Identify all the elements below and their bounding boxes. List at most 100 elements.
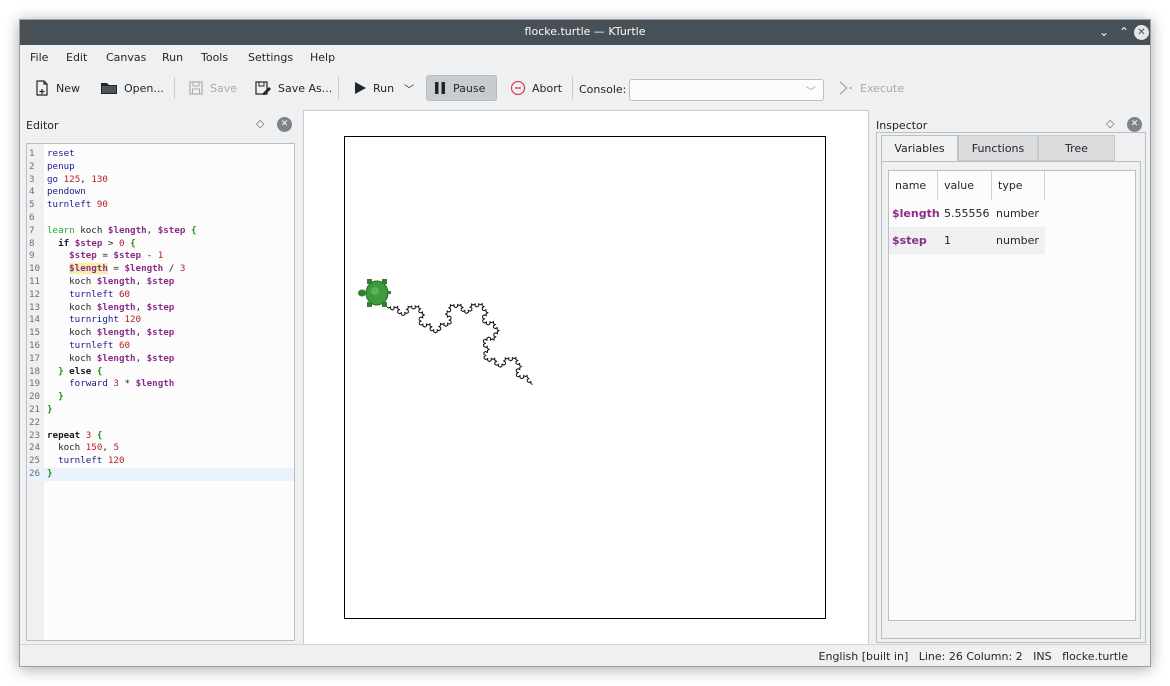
- chevron-down-icon: ﹀: [806, 87, 816, 98]
- new-file-icon: [34, 80, 50, 96]
- kturtle-window: flocke.turtle — KTurtle ⌄ ⌃ ✕ File Edit …: [19, 19, 1151, 667]
- float-panel-icon[interactable]: ◇: [1106, 117, 1114, 130]
- code-line: 25 turnleft 120: [29, 455, 125, 467]
- abort-button-label: Abort: [532, 81, 563, 95]
- code-line: 22: [29, 416, 41, 428]
- tab-variables[interactable]: Variables: [881, 135, 958, 161]
- drawing-canvas[interactable]: [344, 136, 826, 619]
- code-line: 6: [29, 212, 35, 223]
- code-line: 21}: [29, 404, 53, 415]
- code-line: 15 koch $length, $step: [29, 327, 175, 339]
- column-header-value[interactable]: value: [938, 171, 992, 200]
- open-button[interactable]: Open...: [94, 75, 170, 101]
- menu-help[interactable]: Help: [310, 51, 335, 64]
- menu-run[interactable]: Run: [162, 51, 183, 64]
- pause-button-label: Pause: [453, 81, 486, 95]
- table-row[interactable]: $length 5.55556 number: [889, 200, 1045, 227]
- variable-type: number: [996, 207, 1039, 220]
- variable-value: 1: [944, 234, 951, 247]
- float-panel-icon[interactable]: ◇: [256, 117, 264, 130]
- open-button-label: Open...: [124, 81, 164, 95]
- column-header-name[interactable]: name: [889, 171, 938, 200]
- variable-type: number: [996, 234, 1039, 247]
- play-icon: [353, 81, 367, 95]
- code-line: 5 turnleft 90: [29, 199, 108, 211]
- save-as-icon: [254, 80, 272, 96]
- editor-title: Editor: [26, 119, 59, 132]
- variable-value: 5.55556: [944, 207, 990, 220]
- window-title: flocke.turtle — KTurtle: [524, 25, 646, 38]
- variable-name: $step: [892, 234, 927, 247]
- run-speed-chevron-down-icon[interactable]: ﹀: [404, 81, 414, 96]
- menu-tools[interactable]: Tools: [201, 51, 228, 64]
- pause-button[interactable]: Pause: [426, 75, 497, 101]
- code-line: 10 $length = $length / 3: [29, 263, 186, 275]
- folder-icon: [100, 80, 118, 96]
- inspector-panel: Variables Functions Tree name value type…: [876, 132, 1146, 643]
- code-line: 19 forward 3 * $length: [29, 378, 175, 390]
- column-header-type[interactable]: type: [992, 171, 1045, 200]
- code-line: 14 turnright 120: [29, 314, 142, 326]
- variables-table: name value type $length 5.55556 number $…: [888, 170, 1136, 621]
- close-panel-icon[interactable]: ✕: [277, 117, 292, 132]
- tab-tree[interactable]: Tree: [1038, 135, 1115, 161]
- menu-bar: File Edit Canvas Run Tools Settings Help: [20, 45, 1150, 69]
- code-line: 13 koch $length, $step: [29, 301, 175, 313]
- code-line: 18 } else {: [29, 365, 103, 377]
- close-window-icon[interactable]: ✕: [1134, 25, 1149, 40]
- code-line: 7 learn koch $length, $step {: [29, 224, 197, 236]
- run-button-label: Run: [373, 81, 395, 95]
- console-combo[interactable]: ﹀: [629, 79, 824, 101]
- save-disk-icon: [188, 80, 204, 96]
- close-panel-icon[interactable]: ✕: [1127, 117, 1142, 132]
- menu-settings[interactable]: Settings: [248, 51, 293, 64]
- code-line: 17 koch $length, $step: [29, 352, 175, 364]
- code-line-current: 26}: [27, 468, 294, 481]
- turtle-icon: [358, 279, 391, 307]
- code-line: 11 koch $length, $step: [29, 276, 175, 287]
- minimize-icon[interactable]: ⌄: [1097, 25, 1111, 39]
- execute-arrow-icon: [838, 81, 854, 95]
- drawing-svg: [358, 279, 533, 385]
- toolbar-separator: [572, 77, 573, 99]
- code-line: 8 if $step > 0 {: [29, 237, 136, 249]
- code-line: 2 penup: [29, 160, 75, 172]
- code-line: 23 repeat 3 {: [29, 429, 103, 441]
- code-line: 24 koch 150, 5: [29, 442, 119, 454]
- save-button-label: Save: [210, 81, 238, 95]
- title-bar: flocke.turtle — KTurtle ⌄ ⌃ ✕: [20, 20, 1150, 45]
- canvas-area: [303, 110, 869, 645]
- toolbar-separator: [174, 77, 175, 99]
- menu-file[interactable]: File: [30, 51, 48, 64]
- pause-icon: [433, 81, 447, 95]
- code-line: 20 }: [29, 391, 64, 403]
- menu-edit[interactable]: Edit: [66, 51, 87, 64]
- abort-button[interactable]: Abort: [504, 75, 568, 101]
- new-button[interactable]: New: [28, 75, 86, 101]
- table-row[interactable]: $step 1 number: [889, 227, 1045, 254]
- code-line: 9 $step = $step - 1: [29, 250, 164, 262]
- save-button[interactable]: Save: [182, 75, 243, 101]
- run-button[interactable]: Run ﹀: [347, 75, 420, 101]
- console-label: Console:: [579, 83, 627, 96]
- status-text: English [built in] Line: 26 Column: 2 IN…: [818, 650, 1128, 663]
- tab-functions[interactable]: Functions: [958, 135, 1038, 161]
- editor-panel-header: Editor ◇ ✕: [20, 114, 301, 136]
- code-line: 1 reset: [29, 148, 75, 159]
- execute-button-label: Execute: [860, 81, 904, 95]
- inspector-title: Inspector: [876, 119, 928, 132]
- code-editor[interactable]: 1 reset 2 penup 3 go 125, 130 4 pendown 5 tur…: [26, 143, 295, 641]
- code-line: 16 turnleft 60: [29, 340, 131, 351]
- code-line: 12 turnleft 60: [29, 288, 131, 300]
- maximize-icon[interactable]: ⌃: [1117, 25, 1131, 39]
- toolbar-separator: [338, 77, 339, 99]
- variable-name: $length: [892, 207, 940, 220]
- save-as-button-label: Save As...: [278, 81, 333, 95]
- code-line: 4 pendown: [29, 186, 86, 198]
- menu-canvas[interactable]: Canvas: [106, 51, 146, 64]
- main-toolbar: New Open... Save Save As... Run ﹀ Pause …: [20, 69, 1150, 105]
- save-as-button[interactable]: Save As...: [248, 75, 338, 101]
- code-line: 3 go 125, 130: [29, 173, 108, 185]
- execute-button[interactable]: Execute: [832, 75, 910, 101]
- new-button-label: New: [56, 81, 80, 95]
